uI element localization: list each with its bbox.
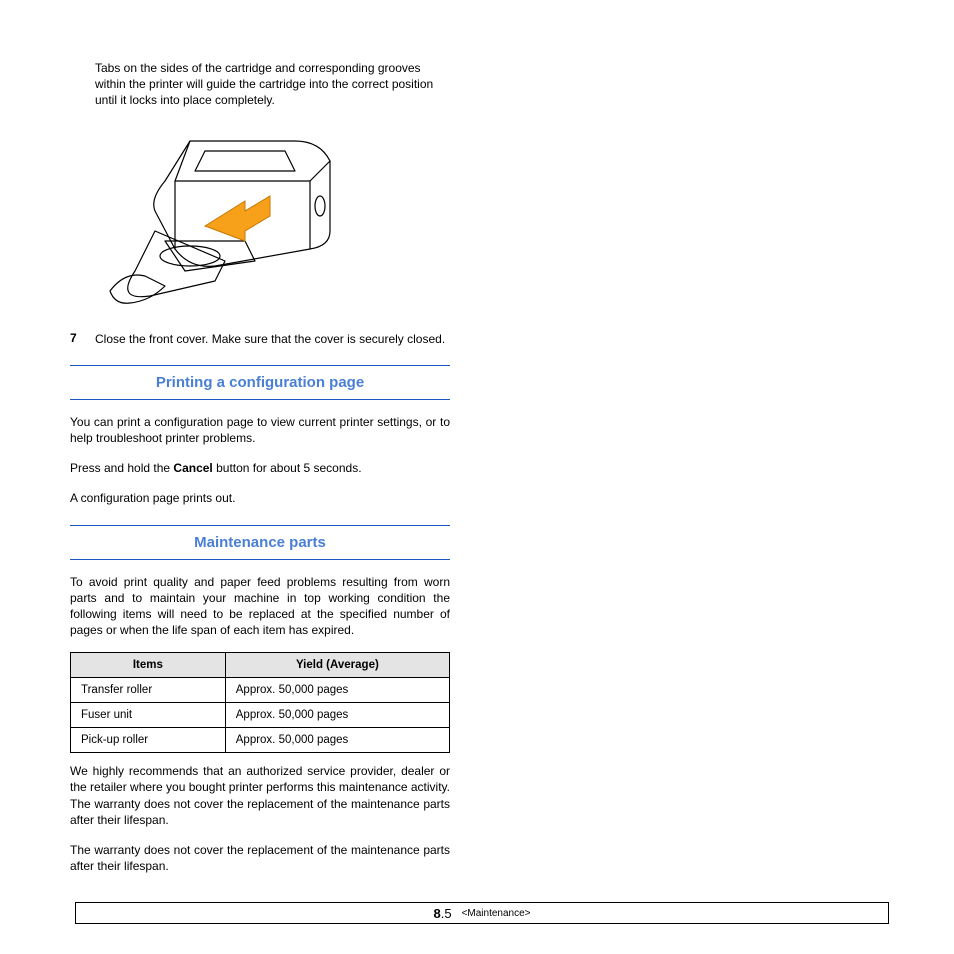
maint-para-1: To avoid print quality and paper feed pr…	[70, 574, 450, 639]
th-items: Items	[71, 653, 226, 678]
table-row: Transfer roller Approx. 50,000 pages	[71, 678, 450, 703]
footer-chapter: 8	[433, 906, 440, 921]
config-para-2: Press and hold the Cancel button for abo…	[70, 460, 450, 476]
text-fragment: Press and hold the	[70, 461, 173, 475]
table-row: Fuser unit Approx. 50,000 pages	[71, 703, 450, 728]
cell-yield: Approx. 50,000 pages	[225, 728, 449, 753]
table-row: Pick-up roller Approx. 50,000 pages	[71, 728, 450, 753]
cancel-button-label: Cancel	[173, 461, 212, 475]
step-number: 7	[70, 331, 95, 347]
step-7: 7 Close the front cover. Make sure that …	[70, 331, 450, 347]
cell-yield: Approx. 50,000 pages	[225, 703, 449, 728]
page-footer: 8.5 <Maintenance>	[75, 902, 889, 924]
cell-items: Transfer roller	[71, 678, 226, 703]
insert-arrow-icon	[205, 196, 270, 241]
cell-yield: Approx. 50,000 pages	[225, 678, 449, 703]
footer-page: .5	[441, 906, 452, 921]
intro-paragraph: Tabs on the sides of the cartridge and c…	[95, 60, 450, 109]
content-column: Tabs on the sides of the cartridge and c…	[70, 60, 450, 874]
cartridge-insert-figure	[95, 121, 355, 311]
maint-para-2: We highly recommends that an authorized …	[70, 763, 450, 828]
page: Tabs on the sides of the cartridge and c…	[0, 0, 954, 954]
config-para-1: You can print a configuration page to vi…	[70, 414, 450, 446]
step-text: Close the front cover. Make sure that th…	[95, 331, 450, 347]
config-para-3: A configuration page prints out.	[70, 490, 450, 506]
printer-line-art-icon	[95, 121, 355, 311]
heading-config-page: Printing a configuration page	[70, 366, 450, 400]
maint-para-3: The warranty does not cover the replacem…	[70, 842, 450, 874]
cell-items: Fuser unit	[71, 703, 226, 728]
cell-items: Pick-up roller	[71, 728, 226, 753]
table-head-row: Items Yield (Average)	[71, 653, 450, 678]
text-fragment: button for about 5 seconds.	[213, 461, 362, 475]
th-yield: Yield (Average)	[225, 653, 449, 678]
maintenance-parts-table: Items Yield (Average) Transfer roller Ap…	[70, 652, 450, 753]
footer-section-label: <Maintenance>	[462, 908, 531, 919]
heading-maintenance-parts: Maintenance parts	[70, 526, 450, 560]
